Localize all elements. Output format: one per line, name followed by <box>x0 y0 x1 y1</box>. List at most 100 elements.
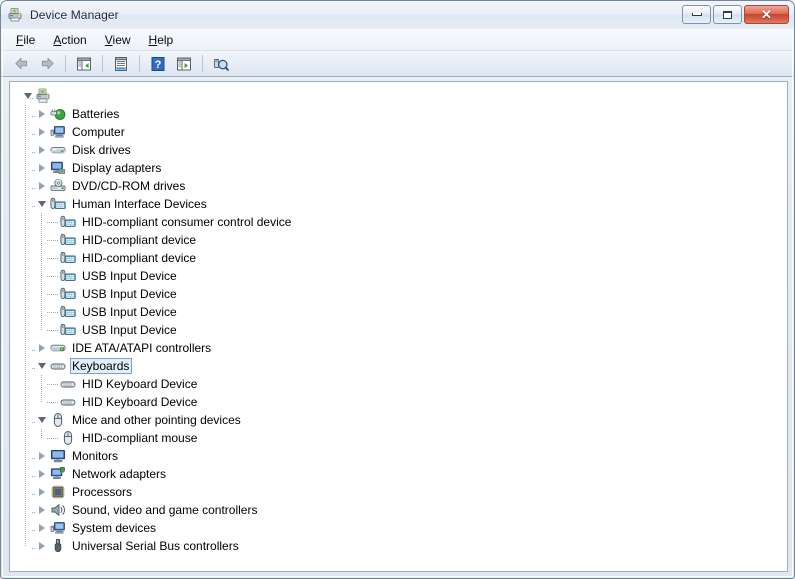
triangle-right-icon <box>39 128 45 136</box>
tree-item-hid-compliant-consumer-control-device-6[interactable]: HID-compliant consumer control device <box>16 213 787 231</box>
tree-item-hid-compliant-device-8[interactable]: HID-compliant device <box>16 249 787 267</box>
tree-item-processors-21[interactable]: Processors <box>16 483 787 501</box>
tree-item-usb-input-device-12[interactable]: USB Input Device <box>16 321 787 339</box>
ide-controller-icon <box>50 340 66 356</box>
processor-icon <box>50 484 66 500</box>
expander-expand[interactable] <box>34 447 50 465</box>
tree-item-usb-input-device-11[interactable]: USB Input Device <box>16 303 787 321</box>
computer-icon <box>50 124 66 140</box>
expander-expand[interactable] <box>34 483 50 501</box>
tree-item-system-devices-23-label: System devices <box>72 521 157 535</box>
expander-expand[interactable] <box>34 141 50 159</box>
tree-item-mice-and-other-pointing-devices-17[interactable]: Mice and other pointing devices <box>16 411 787 429</box>
tree-item-usb-input-device-9[interactable]: USB Input Device <box>16 267 787 285</box>
hid-icon <box>60 286 76 302</box>
expander-expand[interactable] <box>34 501 50 519</box>
tree-item-batteries-0-label: Batteries <box>72 107 120 121</box>
forward-button[interactable] <box>35 53 59 75</box>
tree-connector-horizontal <box>47 240 59 241</box>
expander-collapse[interactable] <box>34 195 50 213</box>
triangle-right-icon <box>39 344 45 352</box>
forward-arrow-icon <box>41 57 54 70</box>
tree-item-usb-input-device-12-label: USB Input Device <box>82 323 177 337</box>
expander-expand[interactable] <box>34 123 50 141</box>
tree-item-monitors-19-label: Monitors <box>72 449 119 463</box>
tree-item-network-adapters-20[interactable]: Network adapters <box>16 465 787 483</box>
minimize-button[interactable] <box>682 5 711 24</box>
show-hide-console-tree-button[interactable] <box>72 53 96 75</box>
window-controls: ✕ <box>682 5 789 24</box>
expander-expand[interactable] <box>34 105 50 123</box>
expander-expand[interactable] <box>34 465 50 483</box>
maximize-button[interactable] <box>713 5 742 24</box>
title-bar[interactable]: Device Manager ✕ <box>1 1 794 29</box>
monitor-icon <box>50 448 66 464</box>
hid-icon <box>60 250 76 266</box>
device-manager-icon <box>8 7 24 23</box>
tree-item-ide-ata-atapi-controllers-13[interactable]: IDE ATA/ATAPI controllers <box>16 339 787 357</box>
tree-item-hid-compliant-device-7-label: HID-compliant device <box>82 233 197 247</box>
tree-item-hid-compliant-device-7[interactable]: HID-compliant device <box>16 231 787 249</box>
hid-icon <box>60 268 76 284</box>
tree-item-computer-1[interactable]: Computer <box>16 123 787 141</box>
tree-item-disk-drives-2[interactable]: Disk drives <box>16 141 787 159</box>
menu-item-help[interactable]: Help <box>140 31 183 49</box>
tree-root-label <box>56 95 61 97</box>
expander-expand[interactable] <box>34 339 50 357</box>
device-tree-pane[interactable]: Batteries Computer Disk drives Display adap… <box>9 81 788 572</box>
expander-expand[interactable] <box>34 519 50 537</box>
menu-rest-file: ile <box>23 32 36 47</box>
tree-item-batteries-0[interactable]: Batteries <box>16 105 787 123</box>
tree-item-computer-1-label: Computer <box>72 125 125 139</box>
hid-icon <box>60 304 76 320</box>
close-icon: ✕ <box>761 7 772 22</box>
expander-expand[interactable] <box>34 537 50 555</box>
triangle-right-icon <box>39 452 45 460</box>
console-tree-icon <box>77 57 91 70</box>
expander-collapse[interactable] <box>34 357 50 375</box>
tree-item-hid-keyboard-device-16[interactable]: HID Keyboard Device <box>16 393 787 411</box>
menu-item-file[interactable]: File <box>7 31 44 49</box>
tree-item-universal-serial-bus-controllers-24[interactable]: Universal Serial Bus controllers <box>16 537 787 555</box>
tree-item-processors-21-label: Processors <box>72 485 133 499</box>
separator-2 <box>102 55 103 72</box>
expander-collapse[interactable] <box>20 87 36 105</box>
menu-item-view[interactable]: View <box>96 31 140 49</box>
tree-root-node[interactable] <box>16 87 787 105</box>
tree-item-dvd-cd-rom-drives-4[interactable]: DVD/CD-ROM drives <box>16 177 787 195</box>
tree-item-sound-video-and-game-controllers-22[interactable]: Sound, video and game controllers <box>16 501 787 519</box>
minimize-icon <box>691 13 702 16</box>
tree-item-display-adapters-3[interactable]: Display adapters <box>16 159 787 177</box>
tree-item-network-adapters-20-label: Network adapters <box>72 467 167 481</box>
tree-item-usb-input-device-10[interactable]: USB Input Device <box>16 285 787 303</box>
separator-3 <box>139 55 140 72</box>
triangle-down-icon <box>38 201 46 207</box>
svg-text:?: ? <box>155 59 162 71</box>
tree-item-keyboards-14[interactable]: Keyboards <box>16 357 787 375</box>
scan-hardware-icon <box>214 58 229 71</box>
help-button[interactable]: ? <box>146 53 170 75</box>
update-driver-button[interactable] <box>172 53 196 75</box>
menu-item-action[interactable]: Action <box>44 31 95 49</box>
tree-item-human-interface-devices-5[interactable]: Human Interface Devices <box>16 195 787 213</box>
update-driver-icon <box>177 57 191 70</box>
triangle-right-icon <box>39 470 45 478</box>
close-button[interactable]: ✕ <box>744 5 789 24</box>
tree-connector <box>32 368 36 369</box>
tree-item-hid-keyboard-device-15[interactable]: HID Keyboard Device <box>16 375 787 393</box>
back-button[interactable] <box>9 53 33 75</box>
triangle-right-icon <box>39 164 45 172</box>
properties-button[interactable] <box>109 53 133 75</box>
tree-connector-root-spine <box>25 105 26 546</box>
expander-expand[interactable] <box>34 177 50 195</box>
tree-item-universal-serial-bus-controllers-24-label: Universal Serial Bus controllers <box>72 539 239 553</box>
tree-item-system-devices-23[interactable]: System devices <box>16 519 787 537</box>
expander-expand[interactable] <box>34 159 50 177</box>
scan-for-hardware-changes-button[interactable] <box>209 53 233 75</box>
tree-item-monitors-19[interactable]: Monitors <box>16 447 787 465</box>
tree-item-hid-compliant-mouse-18[interactable]: HID-compliant mouse <box>16 429 787 447</box>
menu-bar: File Action View Help <box>1 29 794 51</box>
expander-collapse[interactable] <box>34 411 50 429</box>
tree-item-hid-compliant-device-8-label: HID-compliant device <box>82 251 197 265</box>
tree-item-hid-compliant-consumer-control-device-6-label: HID-compliant consumer control device <box>82 215 292 229</box>
